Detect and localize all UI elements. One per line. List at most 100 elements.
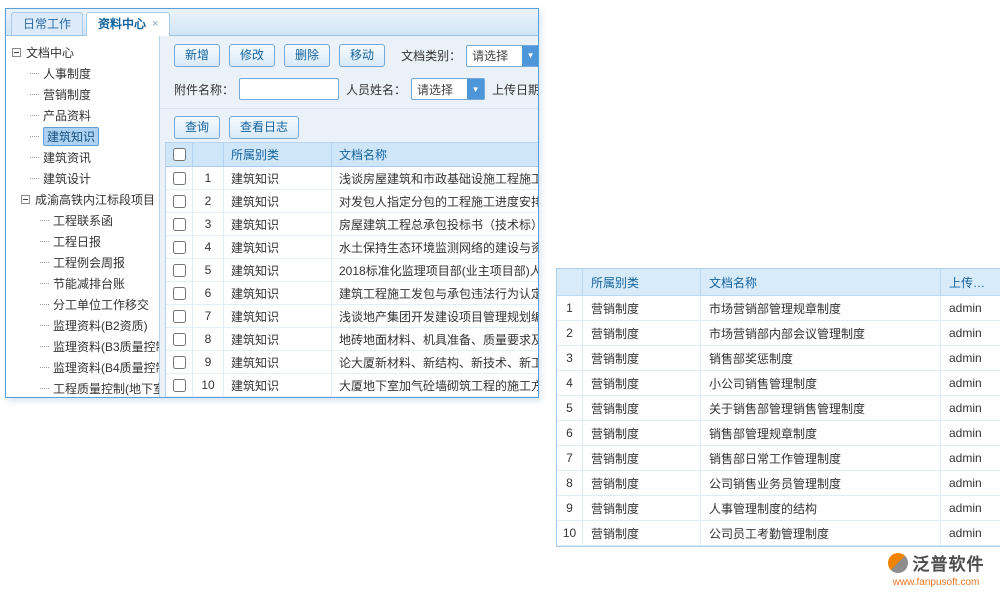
table-row[interactable]: 10 建筑知识 大厦地下室加气砼墙砌筑工程的施工方... (166, 374, 538, 397)
tree-node[interactable]: 建筑知识 (6, 126, 159, 147)
collapse-icon[interactable] (12, 48, 21, 57)
tree-node[interactable]: 监理资料(B4质量控制) (6, 357, 159, 378)
table-row[interactable]: 7 建筑知识 浅谈地产集团开发建设项目管理规划编... (166, 305, 538, 328)
row-category: 建筑知识 (224, 328, 332, 350)
row-category: 建筑知识 (224, 282, 332, 304)
tree-node[interactable]: 成渝高铁内江标段项目 (6, 189, 159, 210)
row-category: 营销制度 (583, 346, 701, 370)
row-checkbox[interactable] (173, 379, 186, 392)
tree-node[interactable]: 营销制度 (6, 84, 159, 105)
row-checkbox[interactable] (173, 172, 186, 185)
person-name-value: 请选择 (412, 81, 453, 98)
tab-data-center[interactable]: 资料中心× (86, 12, 170, 36)
tree-connector-line (40, 220, 49, 221)
tree-node[interactable]: 建筑资讯 (6, 147, 159, 168)
row-doc-name: 建筑工程施工发包与承包违法行为认定... (332, 282, 538, 304)
tree-node[interactable]: 人事制度 (6, 63, 159, 84)
tree-node-label: 工程例会周报 (53, 254, 125, 271)
table-row[interactable]: 10 营销制度 公司员工考勤管理制度 admin (557, 521, 1000, 546)
table-row[interactable]: 4 建筑知识 水土保持生态环境监测网络的建设与资... (166, 236, 538, 259)
row-doc-name: 浅谈地产集团开发建设项目管理规划编... (332, 305, 538, 327)
tree-node[interactable]: 分工单位工作移交 (6, 294, 159, 315)
tree-connector-line (30, 157, 39, 158)
table-row[interactable]: 7 营销制度 销售部日常工作管理制度 admin (557, 446, 1000, 471)
modify-button[interactable]: 修改 (229, 44, 275, 67)
main-area: 新增 修改 删除 移动 文档类别： 请选择 ▼ 文档 附件名称： 人员姓名： (160, 36, 538, 397)
row-category: 建筑知识 (224, 374, 332, 396)
tree-connector-line (40, 262, 49, 263)
row-doc-name: 销售部管理规章制度 (701, 421, 941, 445)
tree-node[interactable]: 节能减排台账 (6, 273, 159, 294)
row-checkbox[interactable] (173, 195, 186, 208)
person-name-select[interactable]: 请选择 ▼ (411, 78, 485, 100)
row-category: 营销制度 (583, 471, 701, 495)
brand-url[interactable]: www.fanpusoft.com (874, 577, 998, 588)
table-row[interactable]: 2 营销制度 市场营销部内部会议管理制度 admin (557, 321, 1000, 346)
row-index: 8 (193, 328, 224, 350)
row-checkbox[interactable] (173, 287, 186, 300)
row-doc-name: 浅谈房屋建筑和市政基础设施工程施工... (332, 167, 538, 189)
table-row[interactable]: 6 建筑知识 建筑工程施工发包与承包违法行为认定... (166, 282, 538, 305)
row-checkbox[interactable] (173, 333, 186, 346)
move-button[interactable]: 移动 (339, 44, 385, 67)
table-row[interactable]: 5 建筑知识 2018标准化监理项目部(业主项目部)人员... (166, 259, 538, 282)
attachment-name-input[interactable] (239, 78, 339, 100)
row-uploader: admin (941, 446, 1000, 470)
query-button[interactable]: 查询 (174, 116, 220, 139)
table-row[interactable]: 3 营销制度 销售部奖惩制度 admin (557, 346, 1000, 371)
table-row[interactable]: 8 建筑知识 地砖地面材料、机具准备、质量要求及... (166, 328, 538, 351)
table-row[interactable]: 9 建筑知识 论大厦新材料、新结构、新技术、新工... (166, 351, 538, 374)
tree-node[interactable]: 建筑设计 (6, 168, 159, 189)
table-row[interactable]: 6 营销制度 销售部管理规章制度 admin (557, 421, 1000, 446)
row-index: 10 (557, 521, 583, 545)
row-checkbox[interactable] (173, 241, 186, 254)
row-index: 8 (557, 471, 583, 495)
tree-node[interactable]: 监理资料(B3质量控制) (6, 336, 159, 357)
tree-connector-line (30, 178, 39, 179)
tree-node[interactable]: 工程联系函 (6, 210, 159, 231)
delete-button[interactable]: 删除 (284, 44, 330, 67)
table-row[interactable]: 1 建筑知识 浅谈房屋建筑和市政基础设施工程施工... (166, 167, 538, 190)
table-row[interactable]: 5 营销制度 关于销售部管理销售管理制度 admin (557, 396, 1000, 421)
tree-node-label: 工程联系函 (53, 212, 113, 229)
row-uploader: admin (941, 421, 1000, 445)
toolbar-row-filters: 附件名称： 人员姓名： 请选择 ▼ 上传日期 (174, 78, 538, 100)
row-index: 9 (557, 496, 583, 520)
row-checkbox[interactable] (173, 310, 186, 323)
tree-node-label: 营销制度 (43, 86, 91, 103)
window-body: 文档中心 人事制度 营销制度 产品资料 建筑知识 (6, 36, 538, 397)
row-doc-name: 论大厦新材料、新结构、新技术、新工... (332, 351, 538, 373)
tree-connector-line (40, 367, 49, 368)
select-all-checkbox[interactable] (173, 148, 186, 161)
tree-node[interactable]: 工程质量控制(地下室) (6, 378, 159, 397)
table-row[interactable]: 3 建筑知识 房屋建筑工程总承包投标书（技术标）... (166, 213, 538, 236)
row-checkbox[interactable] (173, 218, 186, 231)
marketing-table-header: 所属别类 文档名称 上传… (557, 269, 1000, 296)
row-checkbox[interactable] (173, 356, 186, 369)
tree-node[interactable]: 产品资料 (6, 105, 159, 126)
row-doc-name: 地砖地面材料、机具准备、质量要求及... (332, 328, 538, 350)
table-row[interactable]: 1 营销制度 市场营销部管理规章制度 admin (557, 296, 1000, 321)
collapse-icon[interactable] (21, 195, 30, 204)
row-category: 营销制度 (583, 371, 701, 395)
add-button[interactable]: 新增 (174, 44, 220, 67)
table-row[interactable]: 8 营销制度 公司销售业务员管理制度 admin (557, 471, 1000, 496)
doc-category-select[interactable]: 请选择 ▼ (466, 45, 538, 67)
row-checkbox[interactable] (173, 264, 186, 277)
table-row[interactable]: 2 建筑知识 对发包人指定分包的工程施工进度安排... (166, 190, 538, 213)
table-row[interactable]: 4 营销制度 小公司销售管理制度 admin (557, 371, 1000, 396)
row-category: 营销制度 (583, 496, 701, 520)
toolbar-divider (160, 108, 538, 109)
tab-daily-work[interactable]: 日常工作 (11, 12, 83, 35)
tree-node[interactable]: 监理资料(B2资质) (6, 315, 159, 336)
tree-connector-line (40, 304, 49, 305)
tree-node[interactable]: 工程日报 (6, 231, 159, 252)
row-doc-name: 公司员工考勤管理制度 (701, 521, 941, 545)
tree-node[interactable]: 工程例会周报 (6, 252, 159, 273)
table-row[interactable]: 9 营销制度 人事管理制度的结构 admin (557, 496, 1000, 521)
tree-connector-line (30, 136, 39, 137)
tree-node-label: 监理资料(B3质量控制) (53, 338, 160, 355)
view-log-button[interactable]: 查看日志 (229, 116, 299, 139)
tree-node[interactable]: 文档中心 (6, 42, 159, 63)
tab-close-icon[interactable]: × (152, 18, 158, 30)
